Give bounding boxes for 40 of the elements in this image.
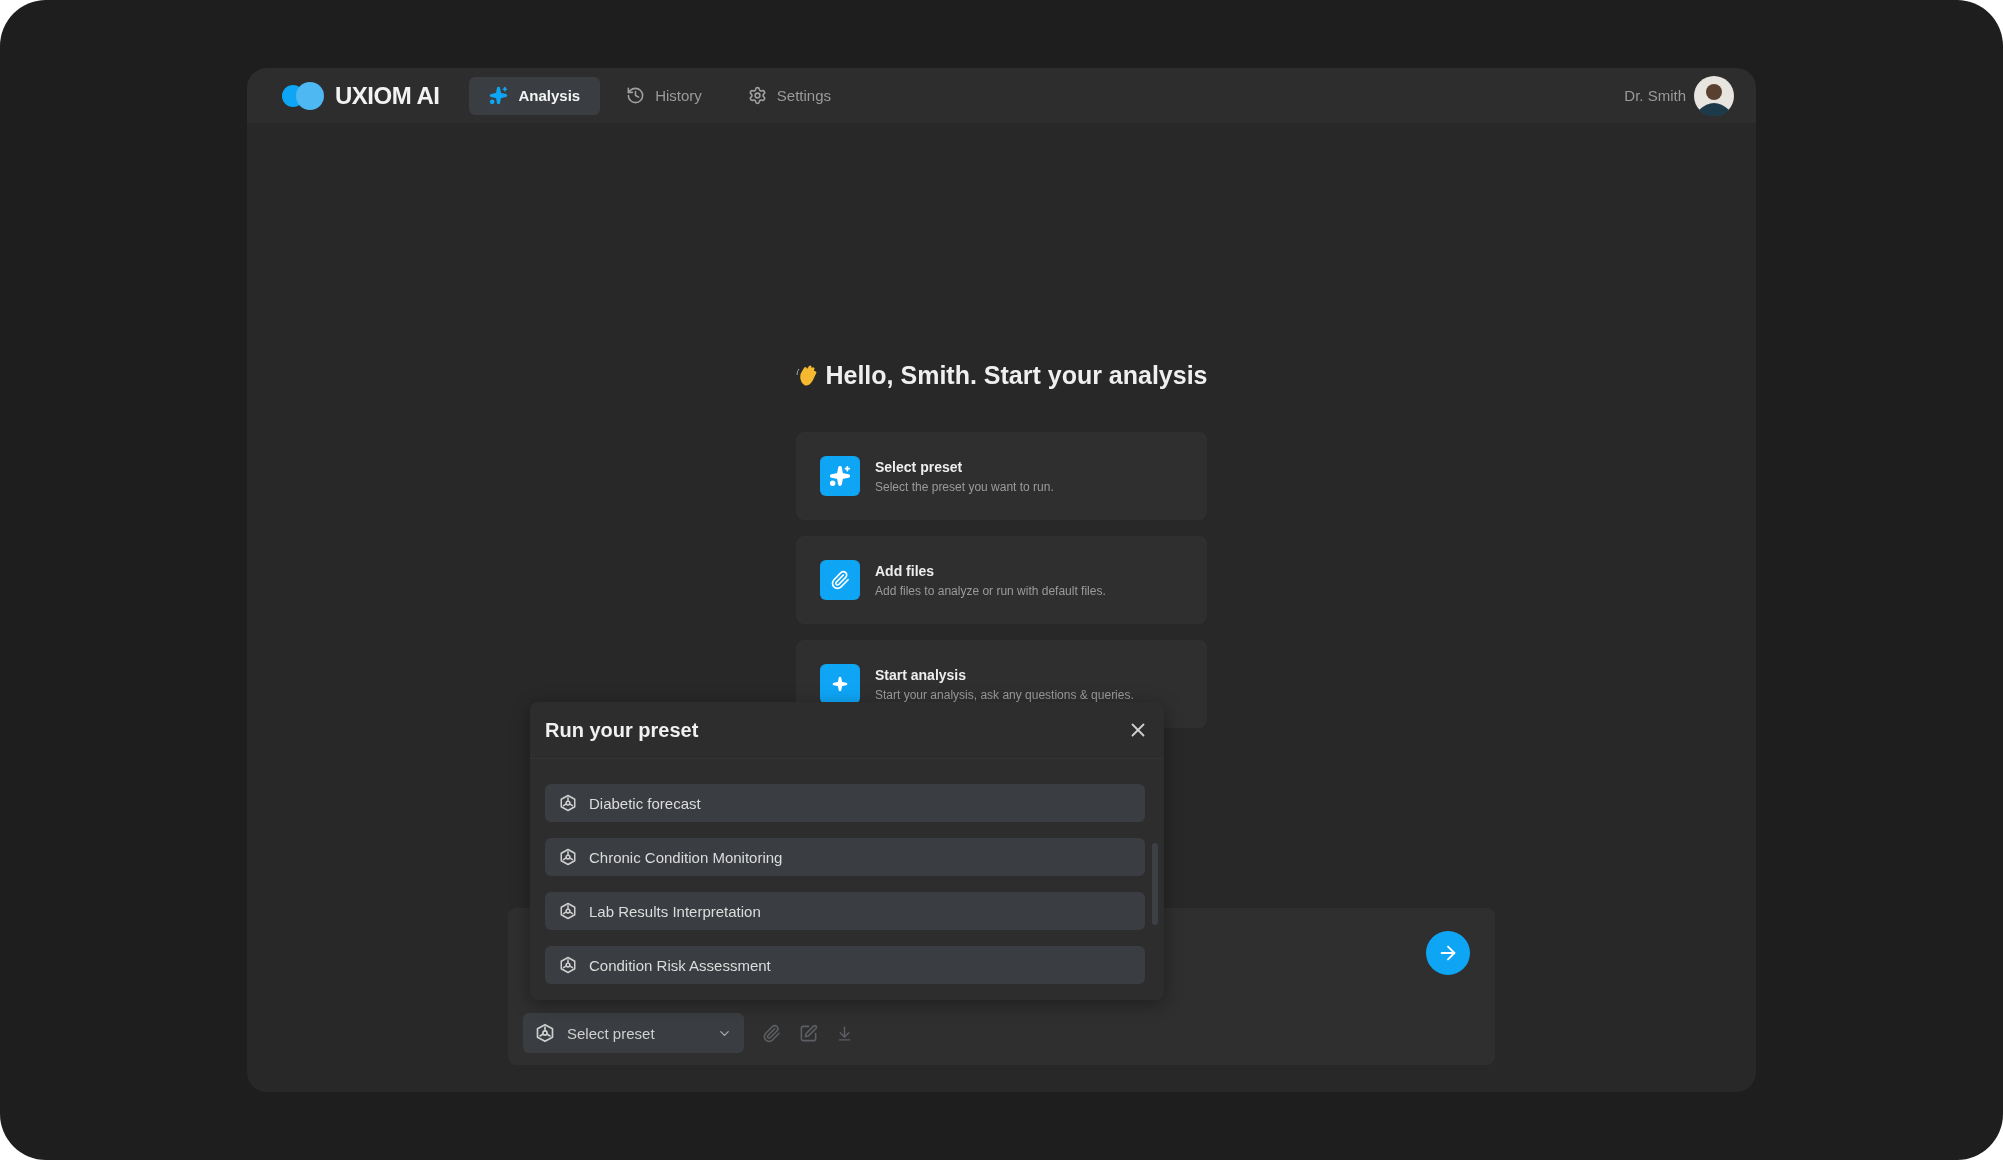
preset-item[interactable]: Condition Risk Assessment bbox=[545, 946, 1145, 984]
preset-icon bbox=[559, 902, 577, 920]
app-logo: UXIOM AI bbox=[335, 81, 440, 110]
paperclip-icon bbox=[762, 1023, 781, 1043]
dialog-title: Run your preset bbox=[545, 718, 700, 742]
download-icon bbox=[836, 1024, 853, 1042]
step-description: Start your analysis, ask any questions & queries. bbox=[875, 687, 1134, 702]
nav-tab[interactable]: History bbox=[606, 76, 722, 115]
edit-icon bbox=[799, 1023, 818, 1043]
preset-item[interactable]: Lab Results Interpretation bbox=[545, 892, 1145, 930]
step-title: Add files bbox=[875, 562, 936, 579]
step-title: Start analysis bbox=[875, 666, 968, 683]
sparkle-icon bbox=[832, 676, 848, 692]
preset-item[interactable]: Diabetic forecast bbox=[545, 784, 1145, 822]
preset-select[interactable]: Select preset bbox=[523, 1013, 744, 1053]
settings-icon bbox=[747, 86, 767, 105]
preset-icon bbox=[559, 848, 577, 866]
step-description: Add files to analyze or run with default files. bbox=[875, 583, 1106, 598]
history-icon bbox=[626, 86, 646, 105]
nav-tab[interactable]: Analysis bbox=[469, 76, 601, 115]
sparkles-icon bbox=[829, 465, 851, 487]
step-description: Select the preset you want to run. bbox=[875, 479, 1054, 494]
paperclip-icon bbox=[830, 570, 850, 590]
send-button[interactable] bbox=[1426, 931, 1470, 975]
preset-item[interactable]: Chronic Condition Monitoring bbox=[545, 838, 1145, 876]
edit-button[interactable] bbox=[799, 1023, 818, 1043]
preset-icon bbox=[559, 794, 577, 812]
preset-icon bbox=[535, 1023, 555, 1043]
sparkles-icon bbox=[489, 86, 509, 105]
logo-icon bbox=[281, 81, 325, 110]
step-card[interactable]: Select preset Select the preset you want to run. bbox=[796, 432, 1207, 520]
greeting-heading: Hello, Smith. Start your analysis bbox=[825, 361, 1208, 390]
user-name: Dr. Smith bbox=[1624, 87, 1686, 104]
step-card[interactable]: Add files Add files to analyze or run with default files. bbox=[796, 536, 1207, 624]
download-button[interactable] bbox=[836, 1024, 853, 1042]
attach-button[interactable] bbox=[762, 1023, 781, 1043]
preset-icon bbox=[559, 956, 577, 974]
nav-tab[interactable]: Settings bbox=[727, 76, 852, 115]
step-title: Select preset bbox=[875, 458, 964, 475]
avatar[interactable] bbox=[1694, 75, 1734, 116]
